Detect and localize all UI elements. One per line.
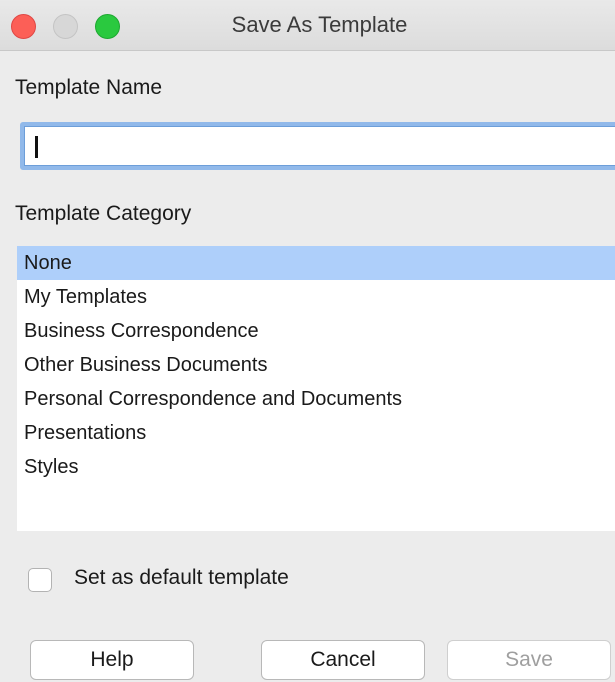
category-item-none[interactable]: None (17, 246, 615, 280)
title-bar[interactable]: Save As Template (0, 0, 615, 51)
category-item-styles[interactable]: Styles (17, 450, 615, 484)
category-item-business-correspondence[interactable]: Business Correspondence (17, 314, 615, 348)
save-button[interactable]: Save (447, 640, 611, 680)
template-name-label: Template Name (15, 76, 163, 99)
window-title: Save As Template (231, 12, 408, 37)
template-category-label: Template Category (15, 202, 192, 225)
category-item-other-business-documents[interactable]: Other Business Documents (17, 348, 615, 382)
category-item-my-templates[interactable]: My Templates (17, 280, 615, 314)
help-button[interactable]: Help (30, 640, 194, 680)
template-name-input[interactable] (20, 122, 615, 170)
set-as-default-label[interactable]: Set as default template (74, 566, 289, 590)
template-category-list[interactable]: None My Templates Business Correspondence O… (17, 246, 615, 531)
save-as-template-dialog: Save As Template Template Name Template … (0, 0, 615, 682)
cancel-button[interactable]: Cancel (261, 640, 425, 680)
set-as-default-checkbox[interactable] (28, 568, 52, 592)
category-item-personal-correspondence-and-documents[interactable]: Personal Correspondence and Documents (17, 382, 615, 416)
category-item-presentations[interactable]: Presentations (17, 416, 615, 450)
text-cursor (35, 136, 38, 158)
